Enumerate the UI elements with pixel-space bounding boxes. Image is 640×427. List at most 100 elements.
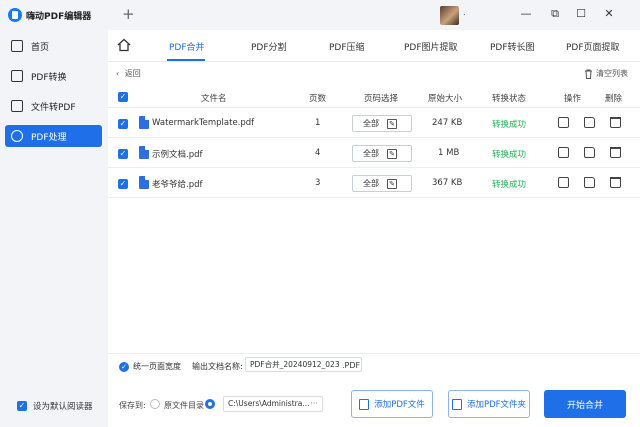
folder-icon[interactable]	[584, 177, 595, 188]
select-all-checkbox[interactable]: ✓	[118, 92, 128, 102]
table-header: ✓ 文件名 页数 页码选择 原始大小 转换状态 操作 删除	[108, 86, 640, 108]
save-path-input[interactable]: C:\Users\Administra... ···	[223, 396, 323, 412]
save-custom-dir-radio[interactable]	[205, 399, 215, 409]
default-reader-label: 设为默认阅读器	[33, 402, 93, 412]
folder-icon[interactable]	[584, 117, 595, 128]
back-button[interactable]: ‹ 返回	[116, 68, 141, 79]
save-orig-dir-radio[interactable]	[150, 399, 160, 409]
row-checkbox[interactable]: ✓	[118, 149, 128, 159]
tab-pdf-page-extract[interactable]: PDF页面提取	[566, 40, 620, 53]
pdf-file-icon	[139, 116, 149, 129]
maximize-button[interactable]: ☐	[573, 6, 589, 22]
add-pdf-folder-button[interactable]: 添加PDF文件夹	[448, 390, 530, 418]
clear-list-button[interactable]: 清空列表	[584, 68, 628, 79]
row-checkbox[interactable]: ✓	[118, 119, 128, 129]
table-row: ✓ 示例文档.pdf 4 全部 ✎ 1 MB 转换成功	[108, 139, 640, 168]
sidebar-item-file-to-pdf[interactable]: 文件转PDF	[5, 95, 102, 117]
file-size: 367 KB	[432, 178, 463, 188]
minimize-button[interactable]: —	[518, 6, 534, 22]
page-select-dropdown[interactable]: 全部 ✎	[352, 145, 412, 162]
start-merge-button[interactable]: 开始合并	[544, 390, 626, 418]
file-name: 老爷爷给.pdf	[152, 180, 203, 190]
page-select-dropdown[interactable]: 全部 ✎	[352, 115, 412, 132]
file-size: 1 MB	[438, 148, 460, 158]
home-icon	[11, 40, 23, 52]
chevron-left-icon: ‹	[116, 69, 120, 78]
trash-icon	[585, 69, 592, 79]
save-to-label: 保存到:	[119, 401, 146, 410]
file-to-pdf-icon	[11, 100, 23, 112]
tab-pdf-split[interactable]: PDF分割	[251, 40, 287, 53]
edit-icon[interactable]: ✎	[387, 179, 397, 189]
pdf-file-icon	[139, 176, 149, 189]
status-badge: 转换成功	[492, 180, 527, 190]
header-delete: 删除	[605, 94, 623, 104]
document-icon[interactable]	[558, 177, 569, 188]
tab-pdf-compress[interactable]: PDF压缩	[329, 40, 365, 53]
row-checkbox[interactable]: ✓	[118, 179, 128, 189]
status-badge: 转换成功	[492, 120, 527, 130]
sidebar-item-label: PDF处理	[31, 132, 67, 143]
check-icon[interactable]: ✓	[17, 401, 27, 411]
page-select-value: 全部	[363, 179, 379, 188]
tab-bar: PDF合并 PDF分割 PDF压缩 PDF图片提取 PDF转长图 PDF页面提取	[108, 30, 640, 62]
sidebar-item-pdf-process[interactable]: PDF处理	[5, 125, 102, 147]
output-ext: .PDF	[340, 361, 361, 370]
browse-path-button[interactable]: ···	[310, 397, 318, 411]
add-pdf-file-label: 添加PDF文件	[374, 400, 425, 410]
sidebar-item-pdf-convert[interactable]: PDF转换	[5, 65, 102, 87]
page-select-value: 全部	[363, 119, 379, 128]
sidebar-item-label: PDF转换	[31, 72, 67, 83]
sidebar-item-home[interactable]: 首页	[5, 35, 102, 57]
edit-icon[interactable]: ✎	[387, 149, 397, 159]
add-pdf-file-button[interactable]: 添加PDF文件	[351, 390, 433, 418]
home-tab-icon[interactable]	[117, 38, 131, 52]
unify-width-label: 统一页面宽度	[133, 362, 181, 371]
edit-icon[interactable]: ✎	[387, 119, 397, 129]
table-row: ✓ 老爷爷给.pdf 3 全部 ✎ 367 KB 转换成功	[108, 169, 640, 198]
back-label: 返回	[124, 69, 141, 78]
delete-icon[interactable]	[610, 177, 621, 188]
close-button[interactable]: ✕	[601, 6, 617, 22]
tab-pdf-image-extract[interactable]: PDF图片提取	[404, 40, 458, 53]
page-count: 1	[315, 118, 321, 128]
header-size: 原始大小	[428, 94, 463, 104]
sidebar: 首页 PDF转换 文件转PDF PDF处理	[0, 30, 106, 427]
header-pages: 页数	[309, 94, 327, 104]
status-badge: 转换成功	[492, 150, 527, 160]
sidebar-item-label: 文件转PDF	[31, 102, 76, 113]
default-reader-option[interactable]: ✓ 设为默认阅读器	[17, 400, 93, 412]
convert-icon	[11, 70, 23, 82]
document-icon[interactable]	[558, 117, 569, 128]
file-name: WatermarkTemplate.pdf	[152, 118, 255, 128]
unify-width-option[interactable]: ✓ 统一页面宽度	[119, 361, 181, 372]
title-bar: 嗨动PDF编辑器 + . — ⧉ ☐ ✕	[0, 0, 640, 30]
header-actions: 操作	[564, 94, 582, 104]
avatar[interactable]	[440, 6, 459, 25]
output-name-value: PDF合并_20240912_023713	[250, 360, 354, 369]
restore-button[interactable]: ⧉	[547, 6, 563, 22]
tab-pdf-long-image[interactable]: PDF转长图	[490, 40, 535, 53]
delete-icon[interactable]	[610, 117, 621, 128]
app-title: 嗨动PDF编辑器	[26, 12, 92, 22]
output-name-label: 输出文档名称:	[192, 362, 243, 371]
header-page-select: 页码选择	[364, 94, 399, 104]
app-logo-icon	[8, 8, 22, 22]
folder-icon[interactable]	[584, 147, 595, 158]
check-circle-icon[interactable]: ✓	[119, 361, 129, 372]
page-select-value: 全部	[363, 149, 379, 158]
add-folder-icon	[451, 398, 462, 410]
file-name: 示例文档.pdf	[152, 150, 203, 160]
page-select-dropdown[interactable]: 全部 ✎	[352, 175, 412, 192]
add-file-icon	[359, 398, 370, 410]
new-tab-button[interactable]: +	[122, 5, 135, 23]
document-icon[interactable]	[558, 147, 569, 158]
file-size: 247 KB	[432, 118, 463, 128]
table-row: ✓ WatermarkTemplate.pdf 1 全部 ✎ 247 KB 转换…	[108, 109, 640, 138]
header-status: 转换状态	[492, 94, 527, 104]
orig-dir-label: 原文件目录	[164, 401, 204, 410]
pdf-file-icon	[139, 146, 149, 159]
delete-icon[interactable]	[610, 147, 621, 158]
save-path-value: C:\Users\Administra...	[228, 399, 310, 408]
tab-pdf-merge[interactable]: PDF合并	[169, 40, 205, 53]
